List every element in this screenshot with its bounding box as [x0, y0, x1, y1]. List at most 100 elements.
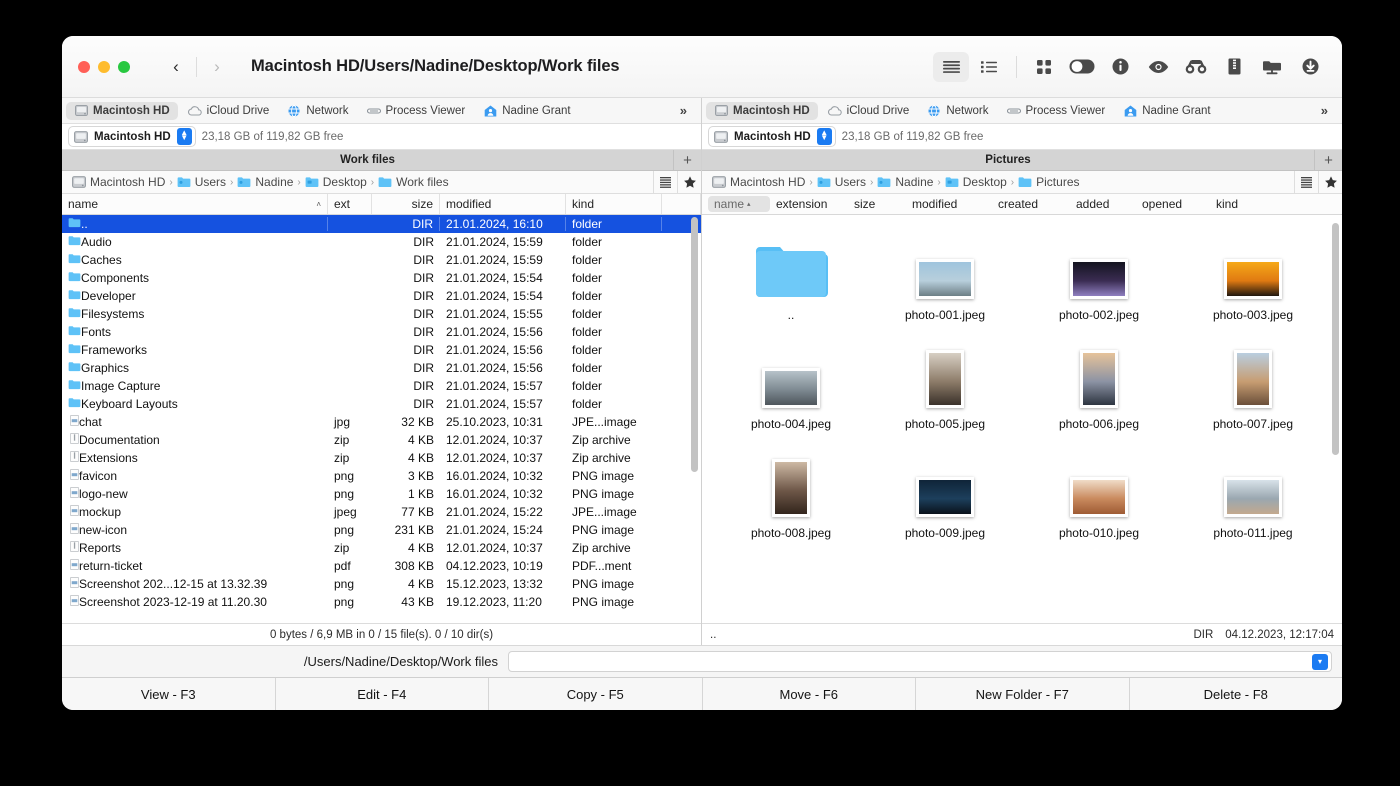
- breadcrumb-item-1[interactable]: Users: [817, 175, 866, 189]
- breadcrumb-item-4[interactable]: Work files: [378, 175, 449, 189]
- column-header-created[interactable]: created: [992, 194, 1070, 214]
- right-history-button[interactable]: [1294, 171, 1318, 193]
- grid-item[interactable]: photo-003.jpeg: [1176, 229, 1330, 322]
- close-window-button[interactable]: [78, 60, 90, 73]
- right-drive-selector[interactable]: Macintosh HD ▲ ▼: [708, 126, 836, 147]
- column-header-kind[interactable]: kind: [1210, 194, 1280, 214]
- right-pane-tab-title[interactable]: Pictures: [702, 150, 1314, 170]
- column-header-name[interactable]: name ▴: [708, 196, 770, 212]
- right-scrollbar-thumb[interactable]: [1332, 223, 1339, 455]
- network-folder-icon[interactable]: [1254, 52, 1290, 82]
- table-row[interactable]: Keyboard Layouts DIR 21.01.2024, 15:57 fold…: [62, 395, 701, 413]
- grid-item[interactable]: photo-010.jpeg: [1022, 447, 1176, 540]
- back-button[interactable]: ‹: [156, 54, 196, 80]
- forward-button[interactable]: ›: [197, 54, 237, 80]
- column-header-ext[interactable]: ext: [328, 194, 372, 214]
- table-row[interactable]: Caches DIR 21.01.2024, 15:59 folder: [62, 251, 701, 269]
- table-row[interactable]: Frameworks DIR 21.01.2024, 15:56 folder: [62, 341, 701, 359]
- quicklook-eye-icon[interactable]: [1140, 52, 1176, 82]
- left-file-list[interactable]: .. DIR 21.01.2024, 16:10 folder Audio DIR 21.0…: [62, 215, 701, 623]
- drive-tab-nadine-grant[interactable]: Nadine Grant: [475, 102, 578, 120]
- thumbnails-view-icon[interactable]: [1026, 52, 1062, 82]
- breadcrumb-item-3[interactable]: Desktop: [945, 175, 1007, 189]
- right-thumbnail-grid[interactable]: .. photo-001.jpeg photo-002.jpeg photo-003.…: [702, 215, 1342, 623]
- column-header-size[interactable]: size: [848, 194, 906, 214]
- command-input[interactable]: ▾: [508, 651, 1332, 672]
- left-favorites-button[interactable]: [677, 171, 701, 193]
- column-header-modified[interactable]: modified: [906, 194, 992, 214]
- left-pane-tab-title[interactable]: Work files: [62, 150, 673, 170]
- column-header-size[interactable]: size: [372, 194, 440, 214]
- drive-tab-process-viewer[interactable]: Process Viewer: [999, 102, 1114, 120]
- function-button-f8[interactable]: Delete - F8: [1130, 678, 1343, 710]
- drive-stepper-icon[interactable]: ▲ ▼: [816, 128, 832, 145]
- drive-tab-network[interactable]: Network: [919, 102, 996, 120]
- drive-tab-icloud-drive[interactable]: iCloud Drive: [820, 102, 918, 120]
- full-view-icon[interactable]: [971, 52, 1007, 82]
- drive-stepper-icon[interactable]: ▲ ▼: [176, 128, 192, 145]
- function-button-f7[interactable]: New Folder - F7: [916, 678, 1130, 710]
- left-scrollbar-thumb[interactable]: [691, 217, 698, 472]
- breadcrumb-item-3[interactable]: Desktop: [305, 175, 367, 189]
- breadcrumb-item-2[interactable]: Nadine: [877, 175, 933, 189]
- drive-tab-icloud-drive[interactable]: iCloud Drive: [180, 102, 278, 120]
- info-icon[interactable]: [1102, 52, 1138, 82]
- drive-tabs-overflow-button[interactable]: »: [1311, 103, 1338, 118]
- function-button-f3[interactable]: View - F3: [62, 678, 276, 710]
- breadcrumb-item-4[interactable]: Pictures: [1018, 175, 1080, 189]
- table-row[interactable]: Screenshot 2023-12-19 at 11.20.30 png 43 K…: [62, 593, 701, 611]
- table-row[interactable]: Image Capture DIR 21.01.2024, 15:57 folder: [62, 377, 701, 395]
- left-list-scrollbar[interactable]: [690, 217, 699, 619]
- table-row[interactable]: Screenshot 202...12-15 at 13.32.39 png 4 K…: [62, 575, 701, 593]
- download-icon[interactable]: [1292, 52, 1328, 82]
- breadcrumb-item-1[interactable]: Users: [177, 175, 226, 189]
- grid-item[interactable]: photo-004.jpeg: [714, 338, 868, 431]
- left-history-button[interactable]: [653, 171, 677, 193]
- drive-tab-nadine-grant[interactable]: Nadine Grant: [1115, 102, 1218, 120]
- grid-item[interactable]: photo-002.jpeg: [1022, 229, 1176, 322]
- grid-item[interactable]: photo-005.jpeg: [868, 338, 1022, 431]
- grid-item[interactable]: photo-007.jpeg: [1176, 338, 1330, 431]
- table-row[interactable]: .. DIR 21.01.2024, 16:10 folder: [62, 215, 701, 233]
- table-row[interactable]: Reports zip 4 KB 12.01.2024, 10:37 Zip archi…: [62, 539, 701, 557]
- maximize-window-button[interactable]: [118, 60, 130, 73]
- table-row[interactable]: favicon png 3 KB 16.01.2024, 10:32 PNG image: [62, 467, 701, 485]
- table-row[interactable]: Fonts DIR 21.01.2024, 15:56 folder: [62, 323, 701, 341]
- function-button-f4[interactable]: Edit - F4: [276, 678, 489, 710]
- right-add-tab-button[interactable]: +: [1314, 150, 1342, 170]
- column-header-name[interactable]: name ˄: [62, 194, 328, 214]
- table-row[interactable]: return-ticket pdf 308 KB 04.12.2023, 10:19 P…: [62, 557, 701, 575]
- drive-tab-process-viewer[interactable]: Process Viewer: [359, 102, 474, 120]
- breadcrumb-item-0[interactable]: Macintosh HD: [72, 175, 165, 189]
- table-row[interactable]: logo-new png 1 KB 16.01.2024, 10:32 PNG imag…: [62, 485, 701, 503]
- drive-tab-network[interactable]: Network: [279, 102, 356, 120]
- archive-zip-icon[interactable]: [1216, 52, 1252, 82]
- drive-tabs-overflow-button[interactable]: »: [670, 103, 697, 118]
- table-row[interactable]: Graphics DIR 21.01.2024, 15:56 folder: [62, 359, 701, 377]
- right-favorites-button[interactable]: [1318, 171, 1342, 193]
- grid-item[interactable]: photo-006.jpeg: [1022, 338, 1176, 431]
- grid-item[interactable]: photo-011.jpeg: [1176, 447, 1330, 540]
- grid-item[interactable]: ..: [714, 229, 868, 322]
- grid-item[interactable]: photo-008.jpeg: [714, 447, 868, 540]
- right-grid-scrollbar[interactable]: [1331, 217, 1340, 619]
- chevron-down-icon[interactable]: ▾: [1312, 653, 1328, 670]
- left-add-tab-button[interactable]: +: [673, 150, 701, 170]
- table-row[interactable]: Audio DIR 21.01.2024, 15:59 folder: [62, 233, 701, 251]
- table-row[interactable]: mockup jpeg 77 KB 21.01.2024, 15:22 JPE...im…: [62, 503, 701, 521]
- function-button-f6[interactable]: Move - F6: [703, 678, 916, 710]
- table-row[interactable]: Extensions zip 4 KB 12.01.2024, 10:37 Zip ar…: [62, 449, 701, 467]
- table-row[interactable]: Documentation zip 4 KB 12.01.2024, 10:37 Zip…: [62, 431, 701, 449]
- column-header-extension[interactable]: extension: [770, 194, 848, 214]
- drive-tab-macintosh-hd[interactable]: Macintosh HD: [706, 101, 818, 120]
- breadcrumb-item-0[interactable]: Macintosh HD: [712, 175, 805, 189]
- table-row[interactable]: chat jpg 32 KB 25.10.2023, 10:31 JPE...image: [62, 413, 701, 431]
- grid-item[interactable]: photo-001.jpeg: [868, 229, 1022, 322]
- left-drive-selector[interactable]: Macintosh HD ▲ ▼: [68, 126, 196, 147]
- function-button-f5[interactable]: Copy - F5: [489, 678, 703, 710]
- find-binoculars-icon[interactable]: [1178, 52, 1214, 82]
- breadcrumb-item-2[interactable]: Nadine: [237, 175, 293, 189]
- table-row[interactable]: new-icon png 231 KB 21.01.2024, 15:24 PNG im…: [62, 521, 701, 539]
- brief-view-icon[interactable]: [933, 51, 969, 82]
- column-header-modified[interactable]: modified: [440, 194, 566, 214]
